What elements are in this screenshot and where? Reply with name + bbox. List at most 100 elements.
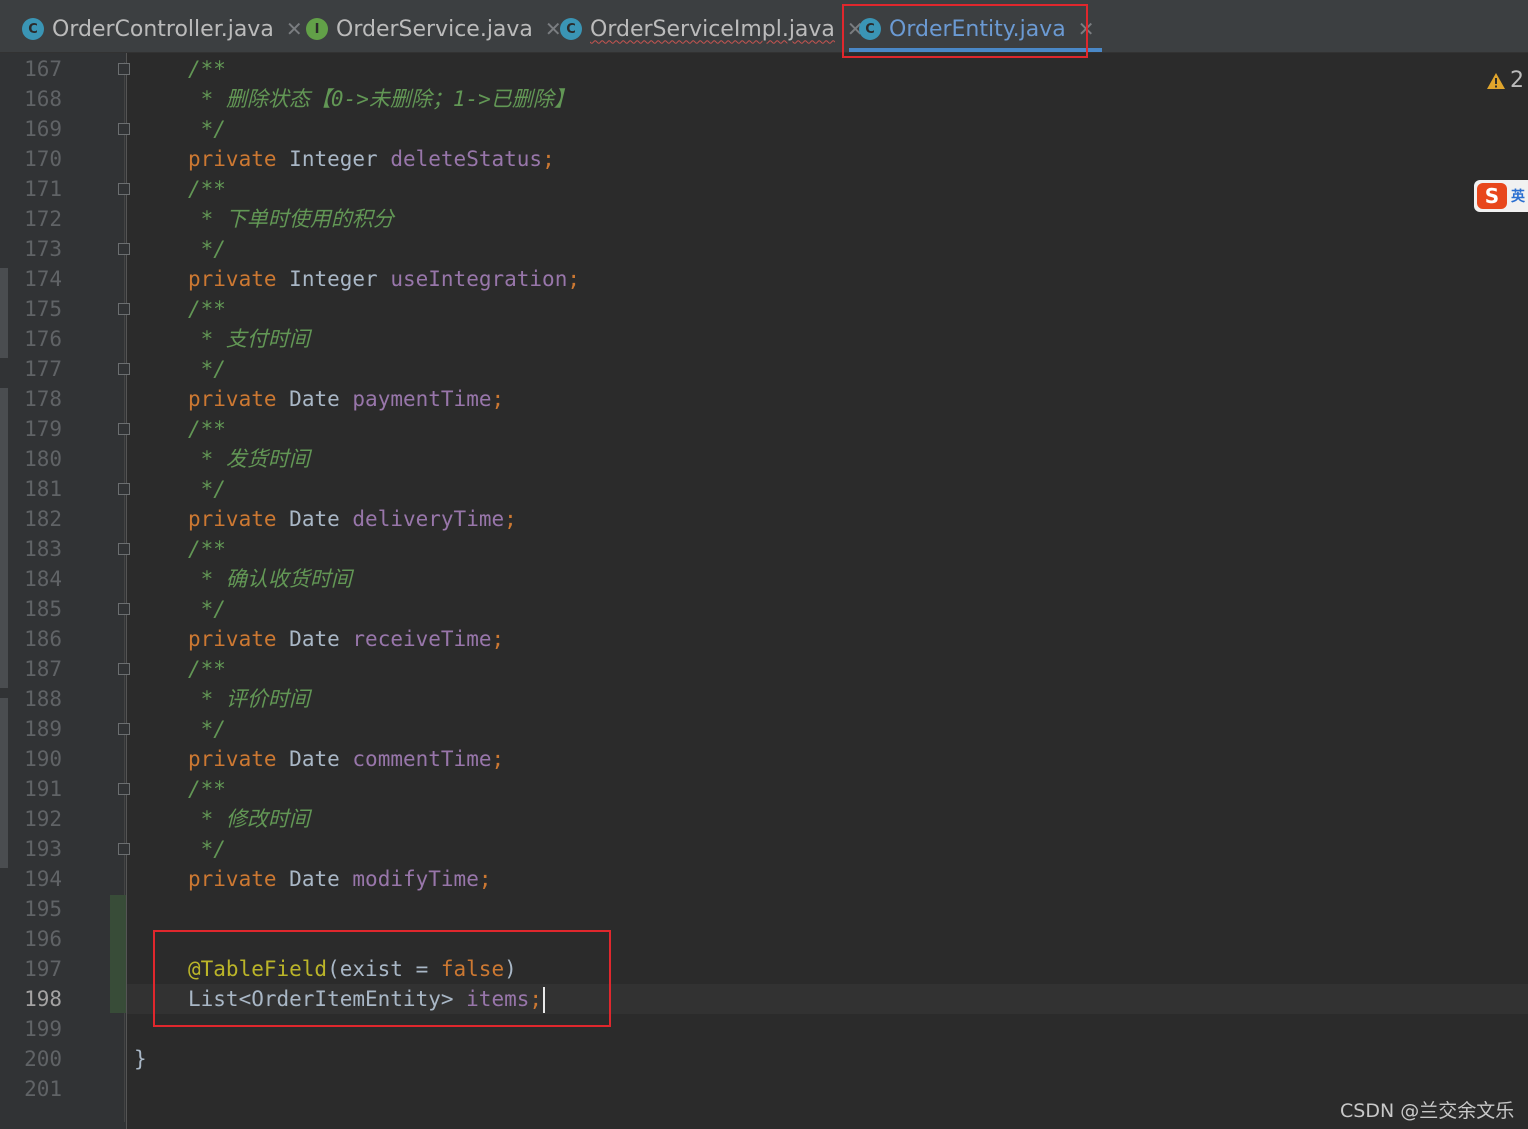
fold-marker-icon[interactable]	[118, 123, 130, 135]
semicolon: ;	[567, 267, 581, 291]
code-line-176[interactable]: * 支付时间	[188, 324, 310, 354]
fold-marker-icon[interactable]	[118, 843, 130, 855]
line-number[interactable]: 188	[18, 684, 62, 714]
fold-marker-icon[interactable]	[118, 423, 130, 435]
line-number[interactable]: 185	[18, 594, 62, 624]
inspection-widget[interactable]: 2	[1486, 68, 1524, 93]
line-number[interactable]: 186	[18, 624, 62, 654]
line-number[interactable]: 187	[18, 654, 62, 684]
line-number[interactable]: 173	[18, 234, 62, 264]
line-number[interactable]: 171	[18, 174, 62, 204]
semicolon: ;	[504, 507, 517, 531]
line-number[interactable]: 176	[18, 324, 62, 354]
line-number[interactable]: 194	[18, 864, 62, 894]
line-number[interactable]: 192	[18, 804, 62, 834]
code-line-168[interactable]: * 删除状态【0->未删除；1->已删除】	[188, 84, 575, 114]
tab-label: OrderController.java	[52, 16, 274, 42]
line-number[interactable]: 195	[18, 894, 62, 924]
code-line-167[interactable]: /**	[188, 54, 226, 84]
line-number[interactable]: 175	[18, 294, 62, 324]
code-line-173[interactable]: */	[188, 234, 226, 264]
fold-marker-icon[interactable]	[118, 183, 130, 195]
semicolon: ;	[491, 627, 505, 651]
line-number[interactable]: 198	[18, 984, 62, 1014]
tab-order-service[interactable]: I OrderService.java ✕	[306, 6, 562, 52]
line-number[interactable]: 178	[18, 384, 62, 414]
code-line-190[interactable]: private Date commentTime;	[188, 744, 504, 774]
tab-order-service-impl[interactable]: C OrderServiceImpl.java ✕	[560, 6, 864, 52]
line-number[interactable]: 181	[18, 474, 62, 504]
code-line-191[interactable]: /**	[188, 774, 226, 804]
code-line-200[interactable]: }	[134, 1044, 147, 1074]
tab-order-controller[interactable]: C OrderController.java ✕	[22, 6, 303, 52]
highlight-box-code	[153, 930, 611, 1027]
fold-marker-icon[interactable]	[118, 543, 130, 555]
code-line-178[interactable]: private Date paymentTime;	[188, 384, 504, 414]
keyword: private	[188, 747, 277, 771]
line-number[interactable]: 170	[18, 144, 62, 174]
code-line-175[interactable]: /**	[188, 294, 226, 324]
code-line-181[interactable]: */	[188, 474, 226, 504]
code-line-170[interactable]: private Integer deleteStatus;	[188, 144, 555, 174]
line-number[interactable]: 200	[18, 1044, 62, 1074]
line-number[interactable]: 191	[18, 774, 62, 804]
fold-marker-icon[interactable]	[118, 483, 130, 495]
fold-marker-icon[interactable]	[118, 303, 130, 315]
line-number[interactable]: 174	[18, 264, 62, 294]
fold-marker-icon[interactable]	[118, 63, 130, 75]
line-number[interactable]: 193	[18, 834, 62, 864]
ime-mode-label: 英	[1511, 189, 1525, 205]
ime-indicator[interactable]: S 英	[1474, 180, 1528, 212]
code-line-185[interactable]: */	[188, 594, 226, 624]
close-icon[interactable]: ✕	[286, 17, 303, 41]
code-line-187[interactable]: /**	[188, 654, 226, 684]
code-line-172[interactable]: * 下单时使用的积分	[188, 204, 394, 234]
code-line-183[interactable]: /**	[188, 534, 226, 564]
fold-marker-icon[interactable]	[118, 723, 130, 735]
type-name: Date	[289, 747, 340, 771]
fold-marker-icon[interactable]	[118, 363, 130, 375]
code-line-188[interactable]: * 评价时间	[188, 684, 310, 714]
code-line-193[interactable]: */	[188, 834, 226, 864]
line-number[interactable]: 189	[18, 714, 62, 744]
line-number[interactable]: 196	[18, 924, 62, 954]
keyword: private	[188, 147, 277, 171]
fold-marker-icon[interactable]	[118, 663, 130, 675]
code-line-180[interactable]: * 发货时间	[188, 444, 310, 474]
code-line-184[interactable]: * 确认收货时间	[188, 564, 352, 594]
vcs-change-marker[interactable]	[110, 895, 126, 1013]
line-number[interactable]: 167	[18, 54, 62, 84]
line-number[interactable]: 183	[18, 534, 62, 564]
line-number[interactable]: 172	[18, 204, 62, 234]
line-number[interactable]: 168	[18, 84, 62, 114]
fold-marker-icon[interactable]	[118, 603, 130, 615]
line-number[interactable]: 179	[18, 414, 62, 444]
line-number[interactable]: 177	[18, 354, 62, 384]
line-number[interactable]: 169	[18, 114, 62, 144]
keyword: private	[188, 627, 277, 651]
code-line-189[interactable]: */	[188, 714, 226, 744]
field-name: deleteStatus	[390, 147, 543, 171]
fold-marker-icon[interactable]	[118, 243, 130, 255]
keyword: private	[188, 267, 277, 291]
line-number[interactable]: 201	[18, 1074, 62, 1104]
code-line-169[interactable]: */	[188, 114, 226, 144]
code-line-192[interactable]: * 修改时间	[188, 804, 310, 834]
line-number[interactable]: 197	[18, 954, 62, 984]
fold-marker-icon[interactable]	[118, 783, 130, 795]
field-name: paymentTime	[352, 387, 492, 411]
line-number[interactable]: 190	[18, 744, 62, 774]
code-line-174[interactable]: private Integer useIntegration;	[188, 264, 580, 294]
code-line-182[interactable]: private Date deliveryTime;	[188, 504, 517, 534]
line-number[interactable]: 180	[18, 444, 62, 474]
line-number[interactable]: 184	[18, 564, 62, 594]
code-line-177[interactable]: */	[188, 354, 226, 384]
code-line-194[interactable]: private Date modifyTime;	[188, 864, 492, 894]
code-line-186[interactable]: private Date receiveTime;	[188, 624, 504, 654]
scroll-marker	[0, 268, 8, 358]
code-line-171[interactable]: /**	[188, 174, 226, 204]
line-number[interactable]: 182	[18, 504, 62, 534]
type-name: Integer	[289, 267, 378, 291]
line-number[interactable]: 199	[18, 1014, 62, 1044]
code-line-179[interactable]: /**	[188, 414, 226, 444]
